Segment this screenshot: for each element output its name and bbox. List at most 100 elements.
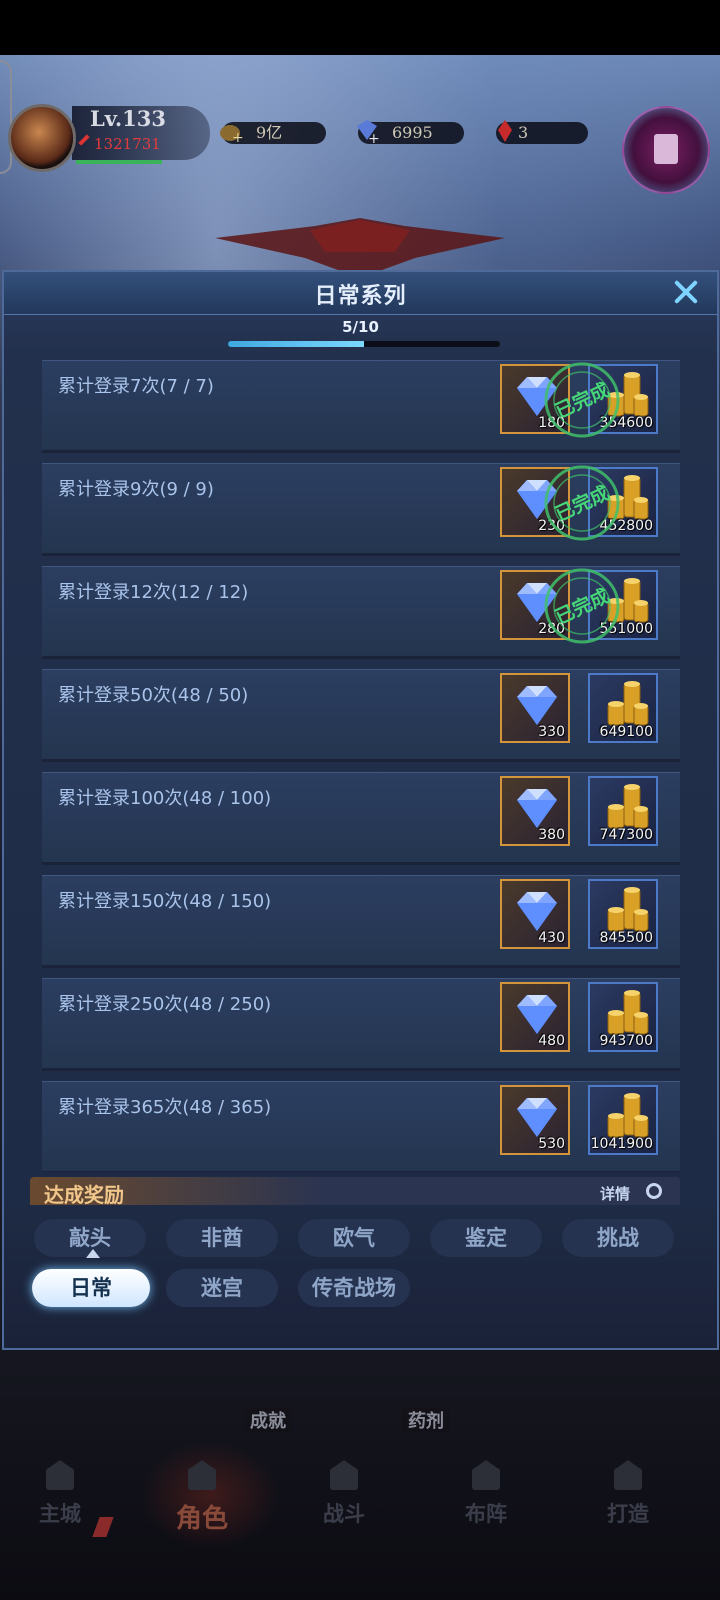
diamond-reward-qty: 330 xyxy=(538,724,565,740)
diamond-reward[interactable]: 280 xyxy=(500,570,570,640)
progress-text: 5/10 xyxy=(342,318,379,336)
nav-icon xyxy=(42,1458,78,1494)
task-label: 累计登录365次(48 / 365) xyxy=(58,1097,272,1118)
quest-scroll-button[interactable] xyxy=(622,106,710,194)
tab-5[interactable]: 挑战 xyxy=(562,1219,674,1257)
task-row[interactable]: 累计登录7次(7 / 7) 180 354600 已完成 xyxy=(42,360,680,453)
task-label: 累计登录12次(12 / 12) xyxy=(58,582,249,603)
gold-reward-qty: 747300 xyxy=(599,827,653,843)
diamond-resource[interactable]: + 6995 xyxy=(357,120,464,144)
diamond-reward[interactable]: 430 xyxy=(500,879,570,949)
top-hud: Lv.133 1321731 + 9亿 + 6995 3 xyxy=(0,60,720,220)
gold-reward-qty: 845500 xyxy=(599,930,653,946)
diamond-reward-qty: 180 xyxy=(538,415,565,431)
nav-label: 战斗 xyxy=(323,1501,365,1526)
tab-row2-1[interactable]: 日常 xyxy=(32,1269,150,1307)
diamond-reward[interactable]: 230 xyxy=(500,467,570,537)
ruby-icon xyxy=(498,120,512,142)
task-row[interactable]: 累计登录50次(48 / 50) 330 649100 xyxy=(42,669,680,762)
tab-row2-2[interactable]: 迷宫 xyxy=(166,1269,278,1307)
nav-item-3[interactable]: 战斗 xyxy=(284,1440,404,1550)
close-button[interactable] xyxy=(668,274,704,310)
tab-caret-icon xyxy=(86,1249,100,1258)
nav-icon xyxy=(326,1458,362,1494)
tab-row2-3[interactable]: 传奇战场 xyxy=(298,1269,410,1307)
diamond-reward[interactable]: 530 xyxy=(500,1085,570,1155)
gold-reward[interactable]: 452800 xyxy=(588,467,658,537)
daily-series-modal: 日常系列 5/10 累计登录7次(7 / 7) 180 354600 已完成 累计登录9… xyxy=(2,270,719,1350)
modal-title: 日常系列 xyxy=(314,284,407,309)
ruby-amount: 3 xyxy=(518,123,529,142)
diamond-icon: + xyxy=(357,120,380,144)
progress-bar xyxy=(228,341,500,347)
gold-reward[interactable]: 943700 xyxy=(588,982,658,1052)
task-label: 累计登录150次(48 / 150) xyxy=(58,891,272,912)
task-row[interactable]: 累计登录250次(48 / 250) 480 943700 xyxy=(42,978,680,1071)
gold-resource[interactable]: + 9亿 xyxy=(220,122,326,144)
task-label: 累计登录9次(9 / 9) xyxy=(58,479,214,500)
player-avatar[interactable] xyxy=(8,104,76,172)
task-label: 累计登录100次(48 / 100) xyxy=(58,788,272,809)
gold-reward[interactable]: 1041900 xyxy=(588,1085,658,1155)
task-list[interactable]: 累计登录7次(7 / 7) 180 354600 已完成 累计登录9次(9 / 9) 23… xyxy=(42,360,682,1172)
task-row[interactable]: 累计登录100次(48 / 100) 380 747300 xyxy=(42,772,680,865)
nav-icon xyxy=(610,1458,646,1494)
task-row[interactable]: 累计登录9次(9 / 9) 230 452800 已完成 xyxy=(42,463,680,556)
gold-reward-qty: 452800 xyxy=(599,518,653,534)
svg-text:+: + xyxy=(232,130,244,144)
nav-label: 主城 xyxy=(39,1501,81,1526)
gold-reward[interactable]: 551000 xyxy=(588,570,658,640)
diamond-reward-qty: 280 xyxy=(538,621,565,637)
progress-fill xyxy=(228,341,364,347)
tab-3[interactable]: 欧气 xyxy=(298,1219,410,1257)
bg-achievement-label: 成就 xyxy=(244,1407,292,1433)
nav-label: 布阵 xyxy=(465,1501,507,1526)
player-power: 1321731 xyxy=(94,135,161,153)
diamond-reward-qty: 530 xyxy=(538,1136,565,1152)
modal-header: 日常系列 xyxy=(4,272,717,315)
nav-item-1[interactable]: 主城 xyxy=(0,1440,120,1550)
gold-reward[interactable]: 747300 xyxy=(588,776,658,846)
ruby-resource[interactable]: 3 xyxy=(496,120,588,144)
nav-item-5[interactable]: 打造 xyxy=(568,1440,688,1550)
nav-label: 打造 xyxy=(607,1501,649,1526)
task-row[interactable]: 累计登录365次(48 / 365) 530 1041900 xyxy=(42,1081,680,1172)
diamond-reward[interactable]: 330 xyxy=(500,673,570,743)
diamond-amount: 6995 xyxy=(392,123,433,142)
scroll-icon xyxy=(654,134,678,164)
tab-2[interactable]: 非酋 xyxy=(166,1219,278,1257)
diamond-reward-qty: 430 xyxy=(538,930,565,946)
player-level: Lv.133 xyxy=(90,106,167,131)
gold-reward-qty: 551000 xyxy=(599,621,653,637)
detail-link[interactable]: 详情 xyxy=(600,1183,630,1204)
gold-bag-icon: + xyxy=(220,125,244,144)
gold-reward-qty: 943700 xyxy=(599,1033,653,1049)
gold-amount: 9亿 xyxy=(256,123,283,142)
diamond-reward[interactable]: 480 xyxy=(500,982,570,1052)
nav-icon xyxy=(468,1458,504,1494)
diamond-reward[interactable]: 180 xyxy=(500,364,570,434)
magnifier-icon[interactable] xyxy=(646,1183,662,1199)
gold-reward-qty: 354600 xyxy=(599,415,653,431)
gold-reward[interactable]: 649100 xyxy=(588,673,658,743)
game-scene: Lv.133 1321731 + 9亿 + 6995 3 日常系列 5/10 累… xyxy=(0,55,720,1600)
gold-reward[interactable]: 354600 xyxy=(588,364,658,434)
tab-4[interactable]: 鉴定 xyxy=(430,1219,542,1257)
banner-emblem xyxy=(215,218,505,278)
bottom-nav: 主城 角色 战斗 布阵 打造 xyxy=(0,1440,720,1550)
task-label: 累计登录50次(48 / 50) xyxy=(58,685,249,706)
gold-reward[interactable]: 845500 xyxy=(588,879,658,949)
avatar-frame-edge xyxy=(0,60,12,174)
nav-item-4[interactable]: 布阵 xyxy=(426,1440,546,1550)
task-label: 累计登录7次(7 / 7) xyxy=(58,376,214,397)
task-row[interactable]: 累计登录150次(48 / 150) 430 845500 xyxy=(42,875,680,968)
task-row[interactable]: 累计登录12次(12 / 12) 280 551000 已完成 xyxy=(42,566,680,659)
task-label: 累计登录250次(48 / 250) xyxy=(58,994,272,1015)
diamond-reward-qty: 230 xyxy=(538,518,565,534)
nav-label: 角色 xyxy=(175,1504,228,1534)
diamond-reward[interactable]: 380 xyxy=(500,776,570,846)
nav-item-2[interactable]: 角色 xyxy=(142,1440,262,1550)
nav-icon xyxy=(184,1458,220,1494)
gold-reward-qty: 1041900 xyxy=(590,1136,653,1152)
diamond-reward-qty: 380 xyxy=(538,827,565,843)
